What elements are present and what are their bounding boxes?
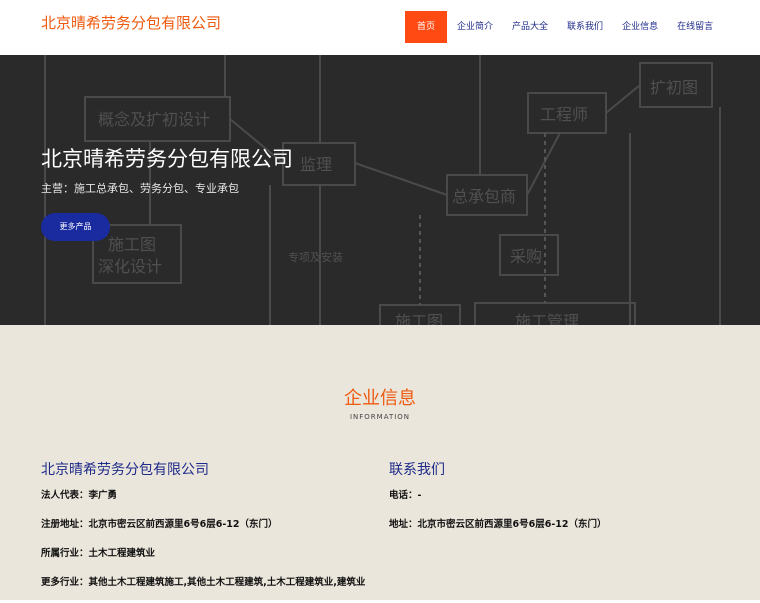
contact-heading: 联系我们 <box>389 462 445 478</box>
company-name-heading: 北京晴希劳务分包有限公司 <box>41 462 209 478</box>
nav-company-info[interactable]: 企业信息 <box>613 11 667 43</box>
company-details: 北京晴希劳务分包有限公司 法人代表：李广勇 注册地址：北京市密云区前西源里6号6… <box>41 459 365 603</box>
bg-text-4: 监理 <box>300 155 332 174</box>
detail-row-address: 注册地址：北京市密云区前西源里6号6层6-12（东门） <box>41 519 278 530</box>
nav-contact[interactable]: 联系我们 <box>558 11 612 43</box>
section-title: 企业信息 <box>344 388 416 409</box>
contact-row-address: 地址：北京市密云区前西源里6号6层6-12（东门） <box>389 519 607 530</box>
bg-text-6: 总承包商 <box>452 187 516 206</box>
bg-text-5: 工程师 <box>540 105 588 124</box>
bg-text-8: 施工图 <box>395 312 443 325</box>
bg-text-10: 扩初图 <box>650 78 698 97</box>
detail-row-more-industry: 更多行业：其他土木工程建筑施工,其他土木工程建筑,土木工程建筑业,建筑业 <box>41 577 366 588</box>
section-subtitle: INFORMATION <box>349 413 411 421</box>
nav-products[interactable]: 产品大全 <box>503 11 557 43</box>
hero-banner: 概念及扩初设计 施工图 深化设计 监理 工程师 总承包商 采购 施工图 施工管理… <box>0 55 760 325</box>
nav-message[interactable]: 在线留言 <box>668 11 722 43</box>
site-header: 北京晴希劳务分包有限公司 首页 企业简介 产品大全 联系我们 企业信息 在线留言 <box>0 0 760 55</box>
nav-about[interactable]: 企业简介 <box>448 11 502 43</box>
bg-text-9: 施工管理 <box>515 312 579 325</box>
bg-text-11: 专项及安装 <box>288 250 343 264</box>
bg-text-3: 深化设计 <box>98 257 162 276</box>
main-nav: 首页 企业简介 产品大全 联系我们 企业信息 在线留言 <box>405 11 723 43</box>
site-logo[interactable]: 北京晴希劳务分包有限公司 <box>41 12 221 33</box>
hero-title: 北京晴希劳务分包有限公司 <box>41 147 293 171</box>
bg-text-7: 采购 <box>510 247 542 266</box>
bg-text-2: 施工图 <box>108 235 156 254</box>
detail-row-legal-rep: 法人代表：李广勇 <box>41 490 118 501</box>
company-info-section: 企业信息 INFORMATION 北京晴希劳务分包有限公司 法人代表：李广勇 注… <box>0 325 760 600</box>
more-products-button[interactable]: 更多产品 <box>41 213 110 241</box>
bg-text-1: 概念及扩初设计 <box>98 110 210 129</box>
contact-details: 联系我们 电话：- 地址：北京市密云区前西源里6号6层6-12（东门） <box>389 459 607 545</box>
detail-row-industry: 所属行业：土木工程建筑业 <box>41 548 156 559</box>
contact-row-phone: 电话：- <box>389 490 422 501</box>
nav-home[interactable]: 首页 <box>405 11 448 43</box>
hero-subtitle: 主营：施工总承包、劳务分包、专业承包 <box>41 182 239 195</box>
